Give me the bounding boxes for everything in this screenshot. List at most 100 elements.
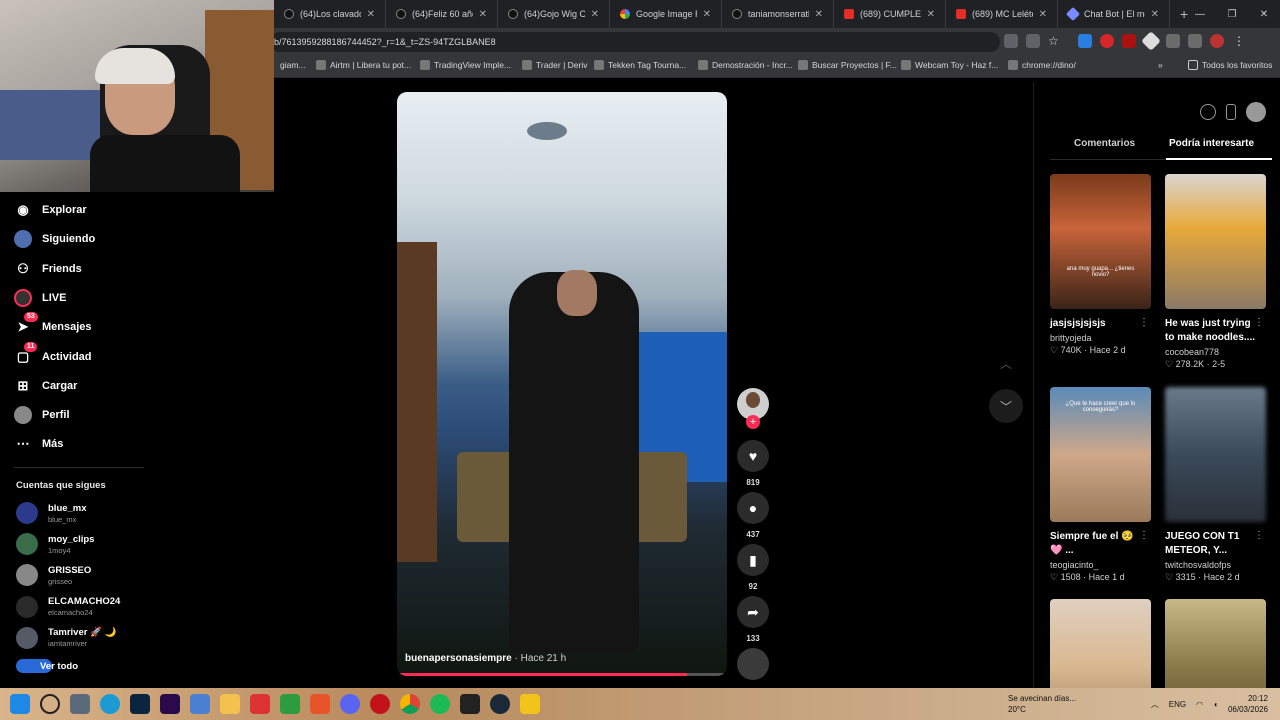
- clock[interactable]: 20:12 06/03/2026: [1228, 693, 1268, 715]
- sidebar-item-actividad[interactable]: ▢ 11 Actividad: [14, 341, 92, 369]
- card-author[interactable]: twitchosvaldofps: [1165, 560, 1266, 570]
- video-thumbnail[interactable]: ana muy guapa... ¿tienes novio?: [1050, 174, 1151, 309]
- bookmark-item[interactable]: Buscar Proyectos | F...: [798, 60, 897, 70]
- kebab-menu-icon[interactable]: ⋮: [1232, 34, 1246, 48]
- bookmark-item[interactable]: Airtm | Libera tu pot...: [316, 60, 411, 70]
- recommended-card[interactable]: JUEGO CON T1 METEOR, Y... ⋮ twitchosvaldof…: [1165, 387, 1266, 583]
- following-account[interactable]: moy_clips 1moy4: [16, 533, 94, 556]
- browser-tab[interactable]: (64)Los clavados ✕: [274, 0, 386, 28]
- spotify-icon[interactable]: [430, 694, 450, 714]
- comment-button[interactable]: ● 437: [736, 492, 770, 539]
- url-field[interactable]: b/7613959288186744452?_r=1&_t=ZS-94TZGLB…: [270, 32, 1000, 52]
- following-account[interactable]: ELCAMACHO24 elcamacho24: [16, 595, 120, 618]
- premiere-icon[interactable]: [160, 694, 180, 714]
- bookmark-item[interactable]: Demostración - Incr...: [698, 60, 793, 70]
- tray-overflow-icon[interactable]: ︿: [1151, 699, 1159, 710]
- browser-tab[interactable]: (689) MC Leléto ✕: [946, 0, 1058, 28]
- following-account[interactable]: GRISSEO grisseo: [16, 564, 91, 587]
- bookmark-item[interactable]: Trader | Deriv: [522, 60, 588, 70]
- more-options-icon[interactable]: ⋮: [1254, 317, 1264, 328]
- bookmark-item[interactable]: giam...: [280, 60, 306, 70]
- app-icon[interactable]: [250, 694, 270, 714]
- close-tab-icon[interactable]: ✕: [927, 9, 935, 20]
- following-account[interactable]: blue_mx blue_mx: [16, 502, 87, 524]
- more-options-icon[interactable]: ⋮: [1139, 530, 1149, 541]
- see-all-link[interactable]: Ver todo: [16, 659, 78, 673]
- folder-icon[interactable]: [220, 694, 240, 714]
- browser-tab[interactable]: taniamonserratlu ✕: [722, 0, 834, 28]
- following-account[interactable]: Tamriver 🚀 🌙 iamtamriver: [16, 626, 116, 649]
- tab-recommended[interactable]: Podría interesarte: [1169, 138, 1254, 149]
- extension-icon[interactable]: [1100, 34, 1114, 48]
- sidebar-item-perfil[interactable]: Perfil: [14, 403, 70, 427]
- lang-indicator[interactable]: ENG: [1169, 700, 1186, 709]
- bookmarks-overflow-icon[interactable]: »: [1158, 60, 1163, 70]
- video-thumbnail[interactable]: [1165, 174, 1266, 309]
- discord-icon[interactable]: [340, 694, 360, 714]
- all-bookmarks-button[interactable]: Todos los favoritos: [1188, 60, 1272, 70]
- video-thumbnail[interactable]: [1165, 387, 1266, 522]
- close-tab-icon[interactable]: ✕: [591, 9, 599, 20]
- volume-icon[interactable]: ◖: [1213, 700, 1218, 709]
- close-tab-icon[interactable]: ✕: [1151, 9, 1159, 20]
- creator-avatar-button[interactable]: +: [736, 388, 770, 429]
- like-button[interactable]: ♥ 819: [736, 440, 770, 487]
- recommended-card[interactable]: ana muy guapa... ¿tienes novio? jasjsjsjs…: [1050, 174, 1151, 356]
- file-explorer-icon[interactable]: [70, 694, 90, 714]
- search-icon[interactable]: [40, 694, 60, 714]
- bookmark-item[interactable]: TradingView Imple...: [420, 60, 511, 70]
- wifi-icon[interactable]: ◠: [1196, 700, 1203, 709]
- sidebar-item-mas[interactable]: ⋯ Más: [14, 432, 64, 456]
- sidebar-item-siguiendo[interactable]: Siguiendo: [14, 227, 95, 251]
- bookmark-item[interactable]: chrome://dino/: [1008, 60, 1076, 70]
- next-video-button[interactable]: ﹀: [989, 389, 1023, 423]
- reading-list-icon[interactable]: [1188, 34, 1202, 48]
- translate-icon[interactable]: [1004, 34, 1018, 48]
- save-button[interactable]: ▮ 92: [736, 544, 770, 591]
- browser-tab[interactable]: Google Image Re ✕: [610, 0, 722, 28]
- cast-icon[interactable]: [1026, 34, 1040, 48]
- browser-tab[interactable]: Chat Bot | El mej ✕: [1058, 0, 1170, 28]
- brave-icon[interactable]: [310, 694, 330, 714]
- sidebar-item-live[interactable]: LIVE: [14, 286, 66, 310]
- voicemod-icon[interactable]: [460, 694, 480, 714]
- puzzle-icon[interactable]: [1166, 34, 1180, 48]
- card-author[interactable]: brittyojeda: [1050, 333, 1151, 343]
- edge-icon[interactable]: [100, 694, 120, 714]
- mobile-icon[interactable]: [1226, 104, 1236, 120]
- video-player[interactable]: buenapersonasiempre · Hace 21 h: [397, 92, 727, 676]
- recommended-card[interactable]: ¿Que te hace creer que lo conseguirás? Si…: [1050, 387, 1151, 583]
- steam-icon[interactable]: [490, 694, 510, 714]
- browser-tab[interactable]: (64)Feliz 60 años ✕: [386, 0, 498, 28]
- close-tab-icon[interactable]: ✕: [703, 9, 711, 20]
- compass-icon[interactable]: [1200, 104, 1216, 120]
- video-thumbnail[interactable]: ¿Que te hace creer que lo conseguirás?: [1050, 387, 1151, 522]
- weather-widget[interactable]: Se avecinan días... 20°C: [1008, 693, 1076, 715]
- sidebar-item-cargar[interactable]: ⊞ Cargar: [14, 374, 78, 398]
- extension-icon[interactable]: [1141, 31, 1161, 51]
- card-author[interactable]: teogiacinto_: [1050, 560, 1151, 570]
- close-tab-icon[interactable]: ✕: [479, 9, 487, 20]
- opera-icon[interactable]: [370, 694, 390, 714]
- restore-icon[interactable]: ❐: [1216, 9, 1248, 20]
- bookmark-star-icon[interactable]: ☆: [1048, 34, 1062, 48]
- more-options-icon[interactable]: ⋮: [1139, 317, 1149, 328]
- minimize-icon[interactable]: —: [1184, 9, 1216, 20]
- sidebar-item-friends[interactable]: ⚇ Friends: [14, 257, 82, 281]
- video-progress-bar[interactable]: [397, 673, 727, 676]
- close-window-icon[interactable]: ✕: [1248, 9, 1280, 20]
- music-disc-button[interactable]: [736, 648, 770, 680]
- extension-icon[interactable]: [1078, 34, 1092, 48]
- xbox-icon[interactable]: [280, 694, 300, 714]
- close-tab-icon[interactable]: ✕: [815, 9, 823, 20]
- browser-tab[interactable]: (64)Gojo Wig Co ✕: [498, 0, 610, 28]
- card-author[interactable]: cocobean778: [1165, 347, 1266, 357]
- close-tab-icon[interactable]: ✕: [367, 9, 375, 20]
- more-options-icon[interactable]: ⋮: [1254, 530, 1264, 541]
- photoshop-icon[interactable]: [130, 694, 150, 714]
- close-tab-icon[interactable]: ✕: [1039, 9, 1047, 20]
- follow-plus-icon[interactable]: +: [746, 415, 760, 429]
- browser-tab[interactable]: (689) CUMPLEAÑ ✕: [834, 0, 946, 28]
- share-button[interactable]: ➦ 133: [736, 596, 770, 643]
- windows-start-icon[interactable]: [10, 694, 30, 714]
